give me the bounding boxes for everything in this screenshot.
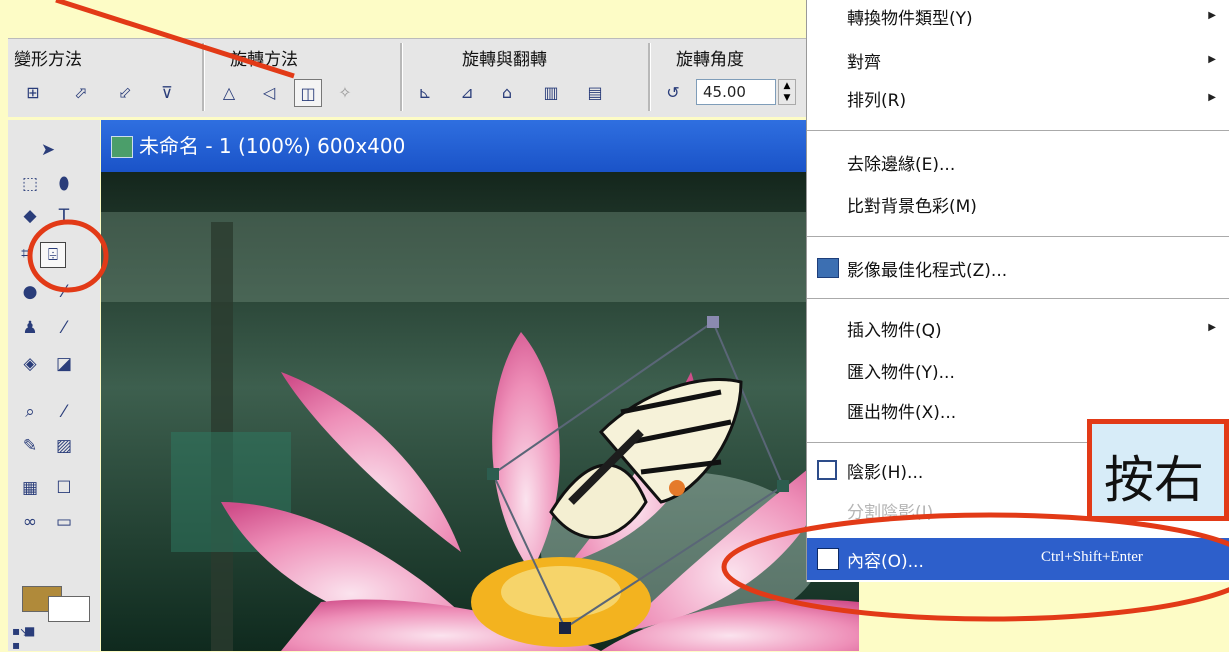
annotation-pointer-line [55, 0, 295, 79]
annotation-overlay [27, 0, 1229, 622]
annotation-circle-menu [721, 512, 1229, 622]
annotation-circle-tool [27, 219, 109, 293]
